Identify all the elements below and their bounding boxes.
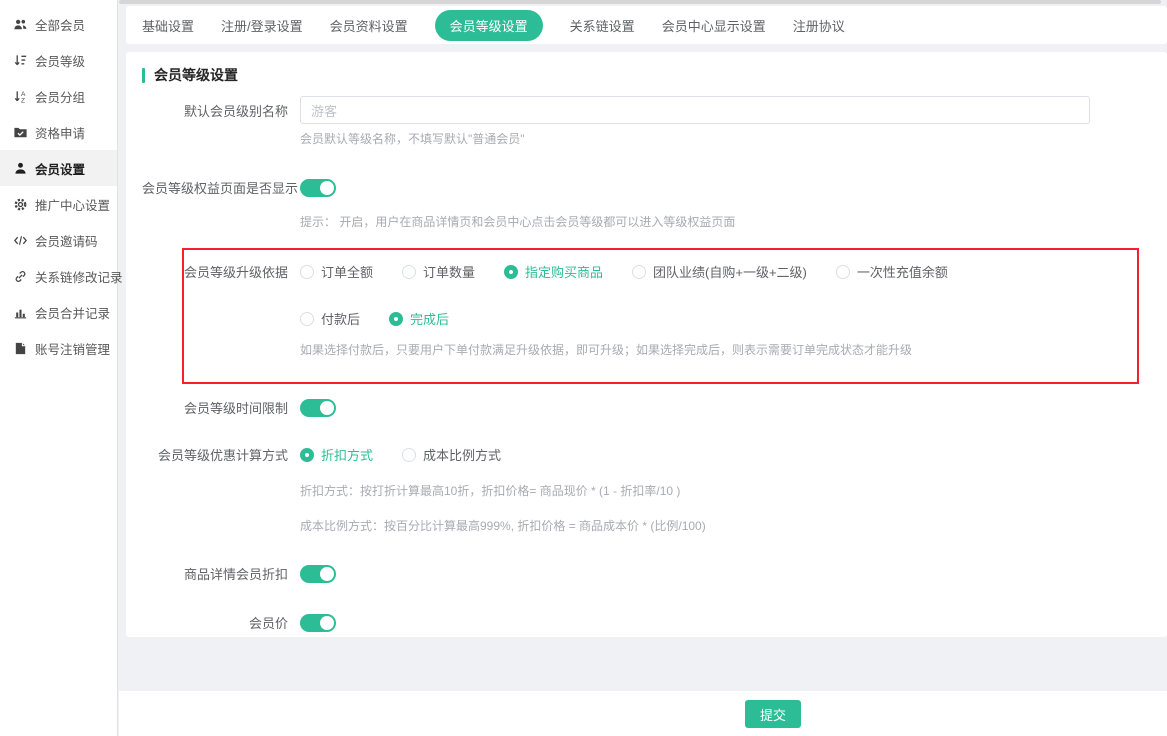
member-price-toggle[interactable] bbox=[300, 614, 336, 632]
discount-calc-label: 会员等级优惠计算方式 bbox=[142, 445, 300, 464]
sidebar-item-label: 会员等级 bbox=[35, 51, 85, 70]
sidebar-item-promotion-center[interactable]: 推广中心设置 bbox=[0, 186, 117, 222]
detail-discount-toggle[interactable] bbox=[300, 565, 336, 583]
section-title-bar bbox=[142, 68, 145, 83]
radio-one-time-recharge[interactable]: 一次性充值余额 bbox=[836, 262, 948, 281]
radio-cost-ratio-mode[interactable]: 成本比例方式 bbox=[402, 445, 501, 464]
section-title-text: 会员等级设置 bbox=[154, 65, 238, 85]
time-limit-toggle[interactable] bbox=[300, 399, 336, 417]
radio-circle bbox=[300, 312, 314, 326]
time-limit-label: 会员等级时间限制 bbox=[142, 398, 300, 417]
sidebar-item-label: 资格申请 bbox=[35, 123, 85, 142]
sidebar-item-label: 全部会员 bbox=[35, 15, 85, 34]
radio-discount-mode[interactable]: 折扣方式 bbox=[300, 445, 373, 464]
toggle-knob bbox=[320, 616, 334, 630]
radio-circle bbox=[300, 265, 314, 279]
sidebar-item-label: 会员邀请码 bbox=[35, 231, 98, 250]
tab-member-profile-settings[interactable]: 会员资料设置 bbox=[330, 16, 408, 35]
sidebar-item-label: 账号注销管理 bbox=[35, 339, 110, 358]
sidebar-item-merge-log[interactable]: 会员合并记录 bbox=[0, 294, 117, 330]
sidebar: 全部会员 会员等级 AZ 会员分组 资格申请 会员设置 推广中心设置 会员邀请码… bbox=[0, 0, 118, 736]
code-icon bbox=[13, 233, 28, 248]
default-level-name-help: 会员默认等级名称，不填写默认"普通会员" bbox=[300, 130, 1151, 147]
radio-circle bbox=[836, 265, 850, 279]
sidebar-item-label: 会员合并记录 bbox=[35, 303, 110, 322]
settings-card: 会员等级设置 默认会员级别名称 会员默认等级名称，不填写默认"普通会员" 会员等… bbox=[126, 52, 1167, 637]
field-upgrade-basis: 会员等级升级依据 订单全额 订单数量 指定购买商品 团队业绩(自购+一级+二级) bbox=[184, 262, 1137, 281]
upgrade-basis-highlight-box: 会员等级升级依据 订单全额 订单数量 指定购买商品 团队业绩(自购+一级+二级) bbox=[182, 248, 1139, 384]
sidebar-item-member-settings[interactable]: 会员设置 bbox=[0, 150, 117, 186]
svg-text:Z: Z bbox=[21, 97, 25, 103]
field-detail-discount: 商品详情会员折扣 bbox=[142, 564, 1151, 583]
user-icon bbox=[13, 161, 28, 176]
cost-ratio-help: 成本比例方式：按百分比计算最高999%, 折扣价格 = 商品成本价 * (比例/… bbox=[300, 517, 1151, 534]
radio-specified-products[interactable]: 指定购买商品 bbox=[504, 262, 603, 281]
radio-order-amount[interactable]: 订单全额 bbox=[300, 262, 373, 281]
radio-circle bbox=[402, 448, 416, 462]
sidebar-item-label: 关系链修改记录 bbox=[35, 267, 123, 286]
member-price-label: 会员价 bbox=[142, 613, 300, 632]
submit-footer: 提交 bbox=[119, 691, 1167, 736]
tab-basic-settings[interactable]: 基础设置 bbox=[142, 16, 194, 35]
section-title: 会员等级设置 bbox=[142, 65, 1151, 85]
toggle-knob bbox=[320, 567, 334, 581]
radio-circle bbox=[402, 265, 416, 279]
bar-chart-icon bbox=[13, 305, 28, 320]
sidebar-item-label: 会员分组 bbox=[35, 87, 85, 106]
radio-circle bbox=[504, 265, 518, 279]
field-discount-calc: 会员等级优惠计算方式 折扣方式 成本比例方式 bbox=[142, 445, 1151, 464]
gear-icon bbox=[13, 197, 28, 212]
sidebar-item-member-group[interactable]: AZ 会员分组 bbox=[0, 78, 117, 114]
upgrade-basis-help: 如果选择付款后，只要用户下单付款满足升级依据，即可升级；如果选择完成后，则表示需… bbox=[300, 341, 1137, 358]
main-area: 基础设置 注册/登录设置 会员资料设置 会员等级设置 关系链设置 会员中心显示设… bbox=[126, 0, 1167, 637]
radio-after-payment[interactable]: 付款后 bbox=[300, 309, 360, 328]
sidebar-item-label: 推广中心设置 bbox=[35, 195, 110, 214]
detail-discount-label: 商品详情会员折扣 bbox=[142, 564, 300, 583]
radio-team-performance[interactable]: 团队业绩(自购+一级+二级) bbox=[632, 262, 807, 281]
sidebar-item-qualification[interactable]: 资格申请 bbox=[0, 114, 117, 150]
radio-order-count[interactable]: 订单数量 bbox=[402, 262, 475, 281]
upgrade-basis-label: 会员等级升级依据 bbox=[184, 262, 300, 281]
radio-circle bbox=[300, 448, 314, 462]
file-icon bbox=[13, 341, 28, 356]
sort-alpha-icon: AZ bbox=[13, 89, 28, 104]
field-rights-page-visible: 会员等级权益页面是否显示 bbox=[142, 178, 1151, 197]
field-time-limit: 会员等级时间限制 bbox=[142, 398, 1151, 417]
default-level-name-input[interactable] bbox=[300, 96, 1090, 124]
field-member-price: 会员价 bbox=[142, 613, 1151, 632]
rights-page-label: 会员等级权益页面是否显示 bbox=[142, 178, 300, 197]
submit-button[interactable]: 提交 bbox=[745, 700, 801, 728]
folder-check-icon bbox=[13, 125, 28, 140]
rights-page-toggle[interactable] bbox=[300, 179, 336, 197]
rights-page-help: 提示： 开启，用户在商品详情页和会员中心点击会员等级都可以进入等级权益页面 bbox=[300, 213, 1151, 230]
tab-relation-chain-settings[interactable]: 关系链设置 bbox=[570, 16, 635, 35]
field-default-level-name: 默认会员级别名称 bbox=[142, 96, 1151, 124]
discount-mode-help: 折扣方式：按打折计算最高10折，折扣价格= 商品现价 * (1 - 折扣率/10… bbox=[300, 482, 1151, 499]
tab-member-level-settings[interactable]: 会员等级设置 bbox=[435, 10, 543, 41]
sidebar-item-account-cancel[interactable]: 账号注销管理 bbox=[0, 330, 117, 366]
radio-circle bbox=[389, 312, 403, 326]
horizontal-scrollbar[interactable] bbox=[119, 0, 1161, 4]
link-icon bbox=[13, 269, 28, 284]
default-level-name-label: 默认会员级别名称 bbox=[142, 101, 300, 120]
field-upgrade-timing: 付款后 完成后 bbox=[184, 309, 1137, 328]
sidebar-item-label: 会员设置 bbox=[35, 159, 85, 178]
sidebar-item-invite-code[interactable]: 会员邀请码 bbox=[0, 222, 117, 258]
toggle-knob bbox=[320, 401, 334, 415]
sidebar-item-all-members[interactable]: 全部会员 bbox=[0, 6, 117, 42]
tab-register-agreement[interactable]: 注册协议 bbox=[793, 16, 845, 35]
radio-circle bbox=[632, 265, 646, 279]
radio-after-completion[interactable]: 完成后 bbox=[389, 309, 449, 328]
sort-numeric-icon bbox=[13, 53, 28, 68]
tab-member-center-display[interactable]: 会员中心显示设置 bbox=[662, 16, 766, 35]
settings-tabbar: 基础设置 注册/登录设置 会员资料设置 会员等级设置 关系链设置 会员中心显示设… bbox=[126, 6, 1167, 44]
users-icon bbox=[13, 17, 28, 32]
sidebar-item-relation-log[interactable]: 关系链修改记录 bbox=[0, 258, 117, 294]
toggle-knob bbox=[320, 181, 334, 195]
tab-register-login-settings[interactable]: 注册/登录设置 bbox=[221, 16, 303, 35]
sidebar-item-member-level[interactable]: 会员等级 bbox=[0, 42, 117, 78]
